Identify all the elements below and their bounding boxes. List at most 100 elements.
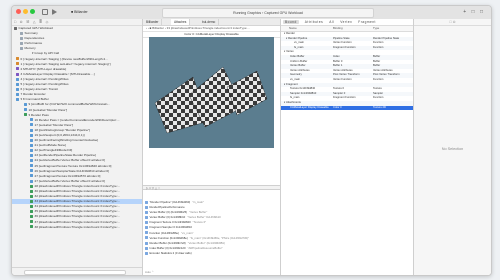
navigator-row-label: 4 [<legacy-internal> PendingWrites <box>20 76 69 81</box>
bound-resource-name: Fragment Texture 0 0x14f49d840 <box>149 220 191 225</box>
close-window-button[interactable] <box>16 9 21 14</box>
bound-resource-row[interactable]: Encoder Statistics 2 (0 draw calls) <box>143 251 280 256</box>
no-selection-label: No Selection <box>441 147 464 151</box>
call-type-icon <box>16 87 19 91</box>
navigator-row-label: 24 [setVertexBuffer:Vertex Buffer offset… <box>34 158 105 163</box>
bound-resources-list: "Render Pipeline" (0x14f49d260) "in_main"… <box>143 190 280 275</box>
bound-resource-name: Vertex Buffer (0) (0x14f49b25) <box>149 210 188 215</box>
bound-resource-detail: "in_main" <box>192 200 204 204</box>
bound-resource-name: Encoder Statistics 2 (0 draw calls) <box>149 250 192 255</box>
resource-icon <box>145 231 148 235</box>
minimize-window-button[interactable] <box>23 9 28 14</box>
call-type-icon <box>30 159 33 163</box>
navigator-row-label: 27 [setVertexBuffer:Vertex Buffer offset… <box>34 178 105 183</box>
navigator-row-label: 33 [drawIndexedPrimitives:Triangle index… <box>34 199 121 204</box>
bound-resource-detail: "vs_main" <box>181 230 194 235</box>
segment-attributes[interactable]: Attributes <box>305 20 323 24</box>
column-header-binding[interactable]: Binding <box>333 26 343 31</box>
resource-icon <box>145 221 148 225</box>
resource-icon <box>145 205 148 209</box>
binding-segmented-control[interactable]: Bound Attributes All Vertex Fragment <box>281 19 413 26</box>
call-type-icon <box>30 169 33 173</box>
navigator-row-label: 2 MTLRHI ! [MTLLayer drawable] <box>20 66 67 71</box>
bound-resource-detail: "Vertex Buffer" (0x14f49b9B1) <box>187 240 225 245</box>
column-header-type[interactable]: Type <box>373 26 379 31</box>
call-type-icon <box>30 138 33 142</box>
segment-fragment[interactable]: Fragment <box>358 20 376 24</box>
navigator-row-label: 26 [setFragmentSamplerState:0x14f49d810 … <box>34 168 109 173</box>
navigator-row-label: 21 [setCullMode:None] <box>34 143 66 148</box>
bound-resource-detail: "Vertex Buffer" <box>189 210 208 215</box>
navigator-filter-input[interactable] <box>24 269 126 275</box>
attachment-viewer[interactable] <box>149 37 274 148</box>
editor-tab-3[interactable]: bui-demo <box>199 19 220 25</box>
call-type-icon <box>30 133 33 137</box>
call-type-icon <box>16 98 19 101</box>
segment-bound[interactable]: Bound <box>283 20 299 24</box>
call-type-icon <box>20 36 23 40</box>
checkerboard-render-image <box>154 66 268 134</box>
resource-icon <box>145 241 148 245</box>
call-type-icon <box>16 92 19 96</box>
toolbar: ■ Billiarder Running Graphics › Captured… <box>12 6 491 20</box>
navigator-row-label: 27 [setFragmentTexture:0x14f49d570 atInd… <box>34 173 101 178</box>
navigator-row-label: 6 [<legacy-internal> Transit <box>20 87 58 92</box>
navigator-row-label: 0 [<legacy-internal> Staging ] (Device n… <box>20 56 108 61</box>
navigator-row-label: 38 [drawIndexedPrimitives:Triangle index… <box>34 224 121 229</box>
resource-icon <box>145 246 148 250</box>
navigator-row-label: 18 [pushDebugGroup:"Render Pipeline"] <box>34 127 91 132</box>
editor-tab-2[interactable]: Attaches <box>171 19 191 25</box>
activity-viewer: Running Graphics › Captured GPU Workload <box>162 8 374 18</box>
table-row[interactable]: CAMetalLayer Display Drawable Color 0 Text… <box>281 105 413 111</box>
toolbar-right-icons[interactable]: + □ □ <box>463 9 485 15</box>
navigator-row-label: 36 [drawIndexedPrimitives:Triangle index… <box>34 214 121 219</box>
navigator-row-label: ▾ Render Pass <box>28 112 49 117</box>
resource-icon <box>145 216 148 220</box>
navigator-row-label: 9 [cmdBuf0 for (IOcHal7fef0 commandBuffe… <box>28 102 110 107</box>
navigator-row-label: 7 Render Encoder <box>20 92 46 97</box>
segment-all[interactable]: All <box>329 20 334 24</box>
resource-icon <box>145 226 148 230</box>
navigator-row-label: ▾ Group by API Call <box>32 51 60 56</box>
navigator-row-label: ▾ 8 Command Buffer <box>20 97 49 102</box>
debug-navigator: □ ⊙ ☱ △ ≣ ◇ Captured GPU Workload Summary… <box>12 19 143 275</box>
call-type-icon <box>30 210 33 214</box>
navigator-row-label: 34 [drawIndexedPrimitives:Triangle index… <box>34 204 121 209</box>
column-header-name[interactable]: Name <box>289 26 297 31</box>
zoom-window-button[interactable] <box>30 9 35 14</box>
editor-area: Billiarder Attaches bui-demo ‹ › ■ Billi… <box>143 19 281 275</box>
call-type-icon <box>30 199 33 203</box>
navigator-tab-bar[interactable]: □ ⊙ ☱ △ ≣ ◇ <box>12 19 142 26</box>
resource-icon <box>145 210 148 214</box>
navigator-row-label: 19 [setViewport:(0,0,2064,1344,0,1)] <box>34 132 85 137</box>
call-type-icon <box>30 179 33 183</box>
inspector-tab-bar[interactable]: □ ⊙ <box>414 19 491 26</box>
navigator-row-label: Memory <box>24 46 36 51</box>
call-type-icon <box>24 113 27 117</box>
console-footer[interactable]: Auto ⌃ <box>145 270 154 275</box>
navigator-row[interactable]: 38 [drawIndexedPrimitives:Triangle index… <box>12 225 142 230</box>
navigator-row-label: 32 [drawIndexedPrimitives:Triangle index… <box>34 194 121 199</box>
call-type-icon <box>30 154 33 158</box>
call-type-icon <box>16 57 19 61</box>
navigator-row-label: 28 [drawIndexedPrimitives:Triangle index… <box>34 183 121 188</box>
resource-icon <box>145 200 148 204</box>
navigator-row-label: 25 [setFragmentTexture:Texture 0x14f49d8… <box>34 163 112 168</box>
bound-resource-name: "Render Pipeline" (0x14f49d260) <box>149 200 191 204</box>
editor-tab-1[interactable]: Billiarder <box>143 19 163 25</box>
play-icon[interactable] <box>52 9 57 15</box>
bound-resource-name: Function (0x14f49d56e) <box>149 230 180 235</box>
segment-vertex[interactable]: Vertex <box>340 20 352 24</box>
navigator-filter-bar <box>12 267 142 275</box>
resource-table-panel: Bound Attributes All Vertex Fragment Name Bi… <box>281 19 414 275</box>
scheme-selector[interactable]: ■ Billiarder <box>68 8 91 16</box>
call-type-icon <box>20 47 23 51</box>
stop-icon[interactable] <box>42 9 48 15</box>
call-type-icon <box>16 77 19 81</box>
navigator-row-label: Captured GPU Workload <box>18 26 53 30</box>
call-type-icon <box>30 184 33 188</box>
cell-binding: Color 0 <box>333 105 342 109</box>
call-type-icon <box>24 103 27 107</box>
cell-name: CAMetalLayer Display Drawable <box>290 105 329 109</box>
call-type-icon <box>30 164 33 168</box>
